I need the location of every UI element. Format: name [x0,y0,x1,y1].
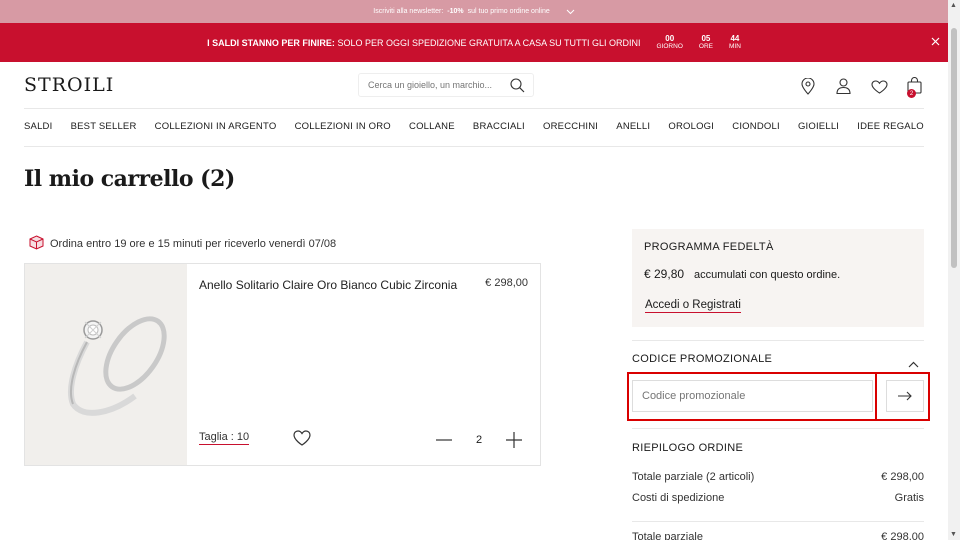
scroll-up-arrow-icon[interactable]: ▲ [950,2,957,9]
store-locator-icon[interactable] [801,77,815,100]
newsletter-discount: -10% [447,8,464,15]
summary-total-divider [632,521,924,522]
countdown-days-value: 00 [665,33,675,43]
header-divider [24,108,924,109]
quantity-value: 2 [476,434,483,446]
countdown-minutes: 44 MIN [728,33,741,51]
nav-divider [24,146,924,147]
summary-divider [632,428,924,429]
countdown-timer: 00 GIORNO 05 ORE 44 MIN [656,33,741,51]
cart-count-badge: 2 [907,89,916,98]
delivery-notice: Ordina entro 19 ore e 15 minuti per rice… [29,235,336,253]
summary-row-subtotal-items: Totale parziale (2 articoli) € 298,00 [632,471,924,483]
nav-item-orologi[interactable]: OROLOGI [668,121,714,132]
nav-item-best-seller[interactable]: BEST SELLER [71,121,137,132]
summary-row-label: Totale parziale (2 articoli) [632,471,755,483]
quantity-stepper: 2 [436,432,523,448]
search-icon[interactable] [510,78,525,95]
summary-row-shipping: Costi di spedizione Gratis [632,492,924,504]
ring-illustration [67,316,167,416]
sale-banner-message: SOLO PER OGGI SPEDIZIONE GRATUITA A CASA… [337,37,641,48]
countdown-days-label: GIORNO [656,43,683,51]
loyalty-points-text: accumulati con questo ordine. [694,269,841,281]
summary-row-value: € 298,00 [881,531,924,540]
nav-item-saldi[interactable]: SALDI [24,121,52,132]
countdown-minutes-label: MIN [728,43,741,51]
loyalty-points-amount: € 29,80 [644,267,685,281]
product-image[interactable] [25,264,187,465]
newsletter-prefix: Iscriviti alla newsletter: [373,8,444,15]
countdown-minutes-value: 44 [730,33,740,43]
add-to-wishlist-heart-icon[interactable] [293,430,311,451]
summary-row-value: Gratis [894,492,924,504]
nav-item-ciondoli[interactable]: CIONDOLI [732,121,780,132]
nav-item-orecchini[interactable]: ORECCHINI [543,121,598,132]
cart-item-card: Anello Solitario Claire Oro Bianco Cubic… [24,263,541,466]
sale-banner: I SALDI STANNO PER FINIRE: SOLO PER OGGI… [0,23,948,62]
newsletter-suffix: sul tuo primo ordine online [467,8,550,15]
countdown-hours: 05 ORE [698,33,713,51]
newsletter-strip[interactable]: Iscriviti alla newsletter: -10% sul tuo … [0,0,948,23]
search-bar[interactable] [358,73,534,97]
highlight-outline-divider [875,372,877,421]
close-icon[interactable] [931,35,940,49]
decrease-quantity-minus-icon[interactable] [436,432,452,448]
nav-item-anelli[interactable]: ANELLI [616,121,650,132]
nav-item-collane[interactable]: COLLANE [409,121,455,132]
loyalty-heading: PROGRAMMA FEDELTÀ [644,241,774,253]
product-name[interactable]: Anello Solitario Claire Oro Bianco Cubic… [199,276,469,294]
highlight-outline [627,372,930,421]
nav-item-collezioni-argento[interactable]: COLLEZIONI IN ARGENTO [155,121,277,132]
page-scrollbar[interactable]: ▲ ▼ [948,0,960,540]
product-price: € 298,00 [485,277,528,289]
chevron-up-icon[interactable] [908,355,919,373]
order-summary-heading: RIEPILOGO ORDINE [632,442,744,454]
product-size-selector[interactable]: Taglia : 10 [199,431,250,445]
user-icon[interactable] [836,78,851,99]
summary-row-label: Costi di spedizione [632,492,725,504]
countdown-hours-label: ORE [698,43,713,51]
summary-row-value: € 298,00 [881,471,924,483]
loyalty-program-box: PROGRAMMA FEDELTÀ € 29,80 accumulati con… [632,229,924,327]
countdown-hours-value: 05 [701,33,711,43]
loyalty-points: € 29,80 accumulati con questo ordine. [644,267,912,281]
summary-row-total: Totale parziale € 298,00 [632,531,924,540]
main-navigation: SALDI BEST SELLER COLLEZIONI IN ARGENTO … [24,121,924,132]
countdown-days: 00 GIORNO [656,33,683,51]
chevron-down-icon[interactable] [566,7,575,17]
sale-banner-text: I SALDI STANNO PER FINIRE: SOLO PER OGGI… [207,38,640,48]
scrollbar-thumb[interactable] [951,28,957,268]
package-icon [29,235,44,253]
logo[interactable]: STROILI [24,74,114,96]
sale-banner-bold: I SALDI STANNO PER FINIRE: [207,37,335,48]
summary-row-label: Totale parziale [632,531,703,540]
scroll-down-arrow-icon[interactable]: ▼ [950,531,957,538]
promo-divider [632,340,924,341]
increase-quantity-plus-icon[interactable] [506,432,523,448]
heart-icon[interactable] [871,80,888,99]
page-title: Il mio carrello (2) [24,166,235,192]
nav-item-idee-regalo[interactable]: IDEE REGALO [857,121,924,132]
delivery-notice-text: Ordina entro 19 ore e 15 minuti per rice… [50,238,337,250]
login-register-link[interactable]: Accedi o Registrati [645,299,741,313]
nav-item-bracciali[interactable]: BRACCIALI [473,121,525,132]
promo-code-heading[interactable]: CODICE PROMOZIONALE [632,353,772,365]
nav-item-collezioni-oro[interactable]: COLLEZIONI IN ORO [295,121,391,132]
nav-item-gioielli[interactable]: GIOIELLI [798,121,839,132]
search-input[interactable] [368,80,508,90]
